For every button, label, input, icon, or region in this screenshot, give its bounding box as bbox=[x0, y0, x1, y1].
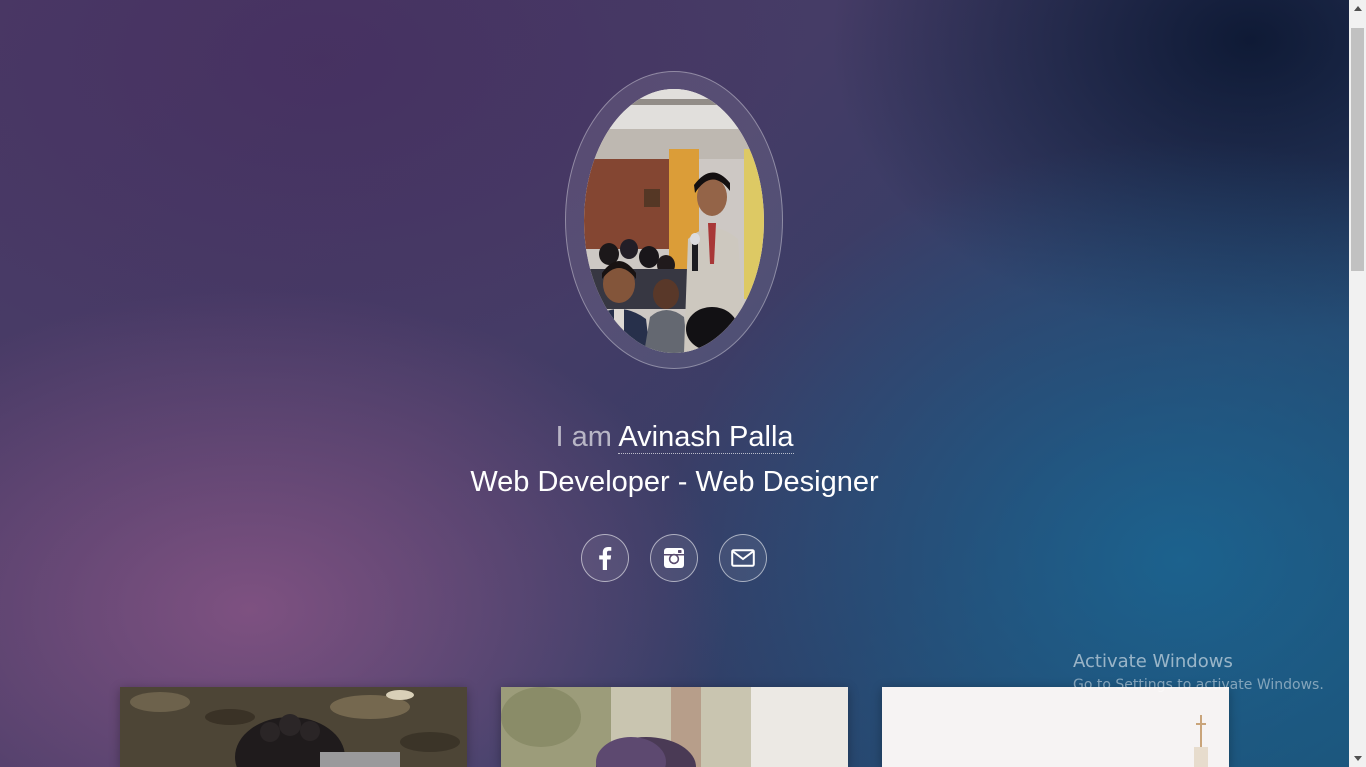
portfolio-card-1[interactable] bbox=[120, 687, 467, 767]
portfolio-card-2[interactable] bbox=[501, 687, 848, 767]
watermark-title: Activate Windows bbox=[1073, 651, 1233, 672]
role-subtitle: Web Developer - Web Designer bbox=[470, 466, 879, 498]
scroll-thumb[interactable] bbox=[1351, 28, 1364, 271]
intro-heading: I am Avinash Palla bbox=[0, 418, 1349, 456]
email-button[interactable] bbox=[719, 534, 767, 582]
intro-prefix: I am bbox=[555, 421, 612, 453]
facebook-icon bbox=[599, 547, 612, 570]
caret-down-icon bbox=[1353, 756, 1362, 761]
portfolio-card-3[interactable] bbox=[882, 687, 1229, 767]
vertical-scrollbar[interactable] bbox=[1349, 0, 1366, 767]
profile-avatar-frame bbox=[565, 71, 783, 369]
profile-photo bbox=[584, 89, 764, 353]
envelope-icon bbox=[731, 549, 755, 567]
facebook-button[interactable] bbox=[581, 534, 629, 582]
social-links bbox=[581, 534, 767, 582]
watermark-subtitle: Go to Settings to activate Windows. bbox=[1073, 677, 1324, 693]
instagram-icon bbox=[664, 548, 684, 568]
profile-name: Avinash Palla bbox=[618, 421, 794, 454]
windows-activation-watermark: Activate Windows Go to Settings to activ… bbox=[1073, 650, 1324, 696]
caret-up-icon bbox=[1353, 6, 1362, 11]
scroll-up-arrow[interactable] bbox=[1349, 0, 1366, 17]
instagram-button[interactable] bbox=[650, 534, 698, 582]
scroll-down-arrow[interactable] bbox=[1349, 750, 1366, 767]
